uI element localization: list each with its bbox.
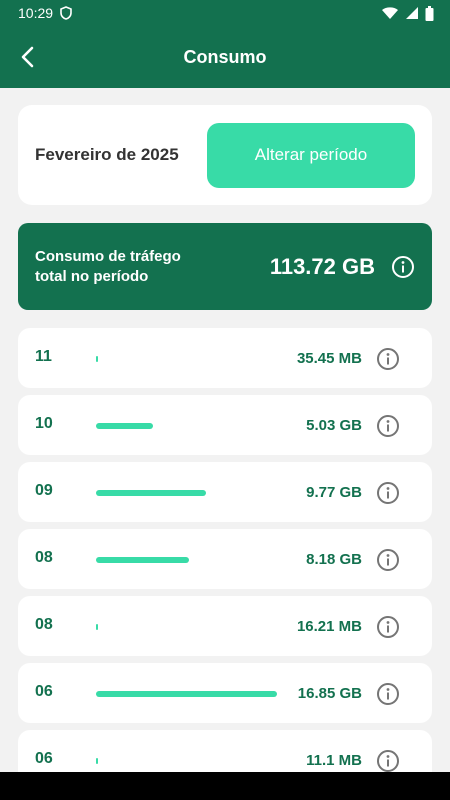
usage-bar [96, 490, 206, 496]
usage-row: 09 9.77 GB [18, 462, 432, 522]
info-icon[interactable] [391, 255, 415, 279]
usage-row: 06 16.85 GB [18, 663, 432, 723]
usage-value: 35.45 MB [296, 350, 362, 367]
usage-bar [96, 758, 98, 764]
usage-bar [96, 624, 98, 630]
period-card: Fevereiro de 2025 Alterar período [18, 105, 432, 205]
usage-row: 08 16.21 MB [18, 596, 432, 656]
period-label: Fevereiro de 2025 [35, 145, 179, 164]
usage-value: 16.21 MB [296, 618, 362, 635]
back-button[interactable] [12, 42, 42, 72]
usage-value: 9.77 GB [306, 484, 362, 501]
total-label-line1: Consumo de tráfego [35, 247, 181, 265]
change-period-button[interactable]: Alterar período [207, 122, 415, 188]
usage-day: 11 [35, 348, 52, 365]
usage-row: 08 8.18 GB [18, 529, 432, 589]
usage-value: 8.18 GB [306, 551, 362, 568]
arrow-left-icon [21, 46, 34, 68]
shield-icon [60, 6, 72, 20]
usage-day: 06 [35, 750, 53, 767]
page-title: Consumo [183, 46, 267, 67]
usage-day: 10 [35, 415, 53, 432]
info-icon[interactable] [376, 481, 400, 505]
info-icon[interactable] [376, 682, 400, 706]
usage-row: 11 35.45 MB [18, 328, 432, 388]
total-value: 113.72 GB [269, 253, 375, 279]
navigation-bar [0, 772, 450, 800]
usage-day: 09 [35, 482, 53, 499]
total-consumption-card: Consumo de tráfego total no período 113.… [18, 223, 432, 310]
battery-icon [425, 5, 434, 21]
total-label: Consumo de tráfego total no período [35, 247, 205, 287]
info-icon[interactable] [376, 615, 400, 639]
usage-row: 10 5.03 GB [18, 395, 432, 455]
usage-bar [96, 691, 277, 697]
info-icon[interactable] [376, 414, 400, 438]
usage-day: 08 [35, 549, 53, 566]
app-bar: Consumo [0, 26, 450, 88]
usage-value: 16.85 GB [297, 685, 362, 702]
usage-day: 08 [35, 616, 53, 633]
info-icon[interactable] [376, 347, 400, 371]
signal-icon [406, 7, 418, 19]
usage-bar [96, 557, 189, 563]
wifi-icon [382, 7, 398, 19]
info-icon[interactable] [376, 749, 400, 773]
usage-bar [96, 423, 153, 429]
total-label-line2: total no período [35, 267, 149, 285]
usage-value: 11.1 MB [306, 752, 362, 769]
usage-value: 5.03 GB [306, 417, 362, 434]
usage-day: 06 [35, 683, 53, 700]
status-time: 10:29 [18, 5, 54, 21]
usage-bar [96, 356, 98, 362]
info-icon[interactable] [376, 548, 400, 572]
status-bar: 10:29 [0, 0, 450, 26]
